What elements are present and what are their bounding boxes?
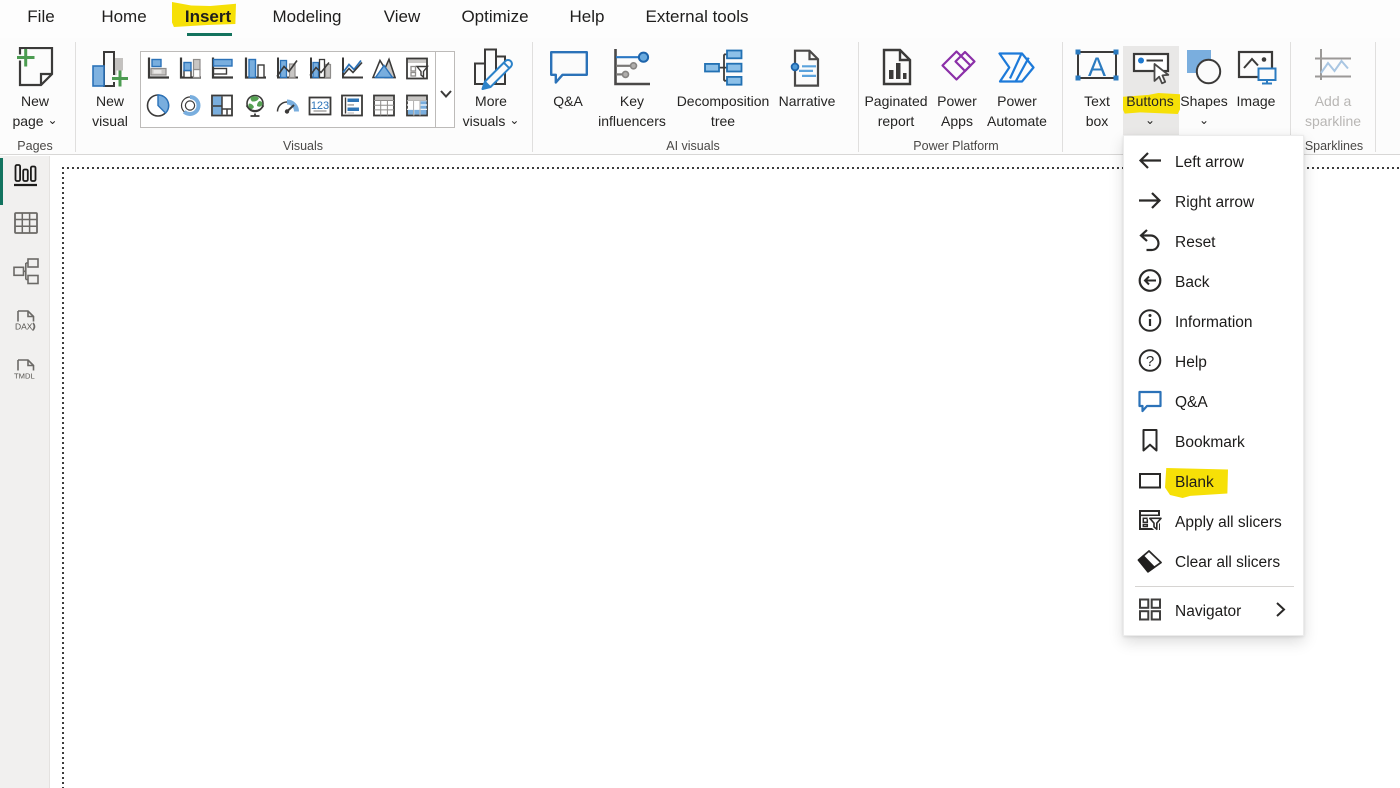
svg-text:A: A: [1088, 52, 1106, 82]
svg-text:DAX: DAX: [15, 322, 33, 332]
svg-text:?: ?: [1146, 353, 1154, 370]
svg-text:123: 123: [310, 100, 328, 112]
svg-text:TMDL: TMDL: [14, 372, 35, 381]
